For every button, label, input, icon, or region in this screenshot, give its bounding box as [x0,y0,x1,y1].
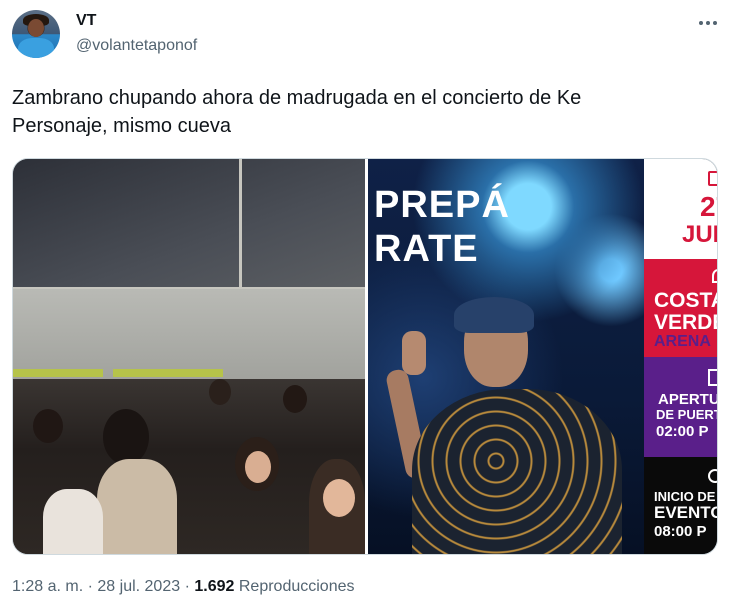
promo-title: PREPÁ RATE [374,183,510,271]
meta-separator: · [184,578,190,595]
doors-line: APERTUR [658,391,717,408]
person-head [209,379,231,405]
person-shirt [43,489,103,554]
event-panel: INICIO DE EVENTO 08:00 P [644,457,718,554]
person-head [103,409,149,465]
wall-stripe [13,369,103,377]
venue-line: VERDE [654,311,717,334]
date-panel: 27 JUL [644,159,717,259]
doors-panel: APERTUR DE PUERTA 02:00 P [644,357,717,457]
calendar-icon [708,171,717,186]
avatar-face [28,19,44,37]
date-month: JUL [682,221,717,248]
views-label: Reproducciones [238,578,355,595]
tent-roof [13,159,365,289]
avatar-shirt [18,38,54,58]
author-name[interactable]: VT [76,12,96,30]
performer-cap [454,297,534,333]
venue-line: COSTA [654,289,717,312]
author-handle[interactable]: @volantetaponof [76,37,197,55]
tweet-time[interactable]: 1:28 a. m. [12,578,83,595]
media-grid: PREPÁ RATE 27 JUL COSTA VERDE ARENA APE [12,158,718,555]
person-face [245,451,271,483]
doors-line: DE PUERTA [656,407,717,422]
more-options-icon[interactable] [696,13,720,33]
clock-icon [708,469,717,483]
tweet-date[interactable]: 28 jul. 2023 [97,578,180,595]
tweet-text-line: Personaje, mismo cueva [12,115,231,137]
event-line: INICIO DE [654,489,716,504]
venue-panel: COSTA VERDE ARENA [644,259,717,357]
person-face [323,479,355,517]
tweet-text: Zambrano chupando ahora de madrugada en … [12,84,712,140]
meta-separator: · [87,578,93,595]
person-head [283,385,307,413]
concert-crowd-photo[interactable] [13,159,365,554]
wall-stripe [113,369,223,377]
location-pin-icon [712,269,717,283]
performer-shirt [412,389,622,554]
doors-time: 02:00 P [656,423,709,440]
tweet: VT @volantetaponof Zambrano chupando aho… [0,0,755,608]
date-day: 27 [700,191,717,222]
promo-title-line: PREPÁ [374,184,510,226]
avatar[interactable] [12,10,60,58]
event-line: EVENTO [654,503,718,522]
person-shirt [97,459,177,554]
promo-info-column: 27 JUL COSTA VERDE ARENA APERTUR DE PUER… [644,159,718,554]
more-dot [713,21,717,25]
tweet-text-line: Zambrano chupando ahora de madrugada en … [12,87,582,109]
event-time: 08:00 P [654,523,707,540]
performer-hand [402,331,426,375]
more-dot [699,21,703,25]
promo-title-line: RATE [374,228,479,270]
door-icon [708,369,717,386]
person-head [33,409,63,443]
more-dot [706,21,710,25]
venue-line: ARENA [654,333,711,350]
tweet-meta: 1:28 a. m. · 28 jul. 2023 · 1.692 Reprod… [12,578,354,596]
concert-promo-flyer[interactable]: PREPÁ RATE 27 JUL COSTA VERDE ARENA APE [368,159,718,554]
views-count[interactable]: 1.692 [194,578,234,595]
